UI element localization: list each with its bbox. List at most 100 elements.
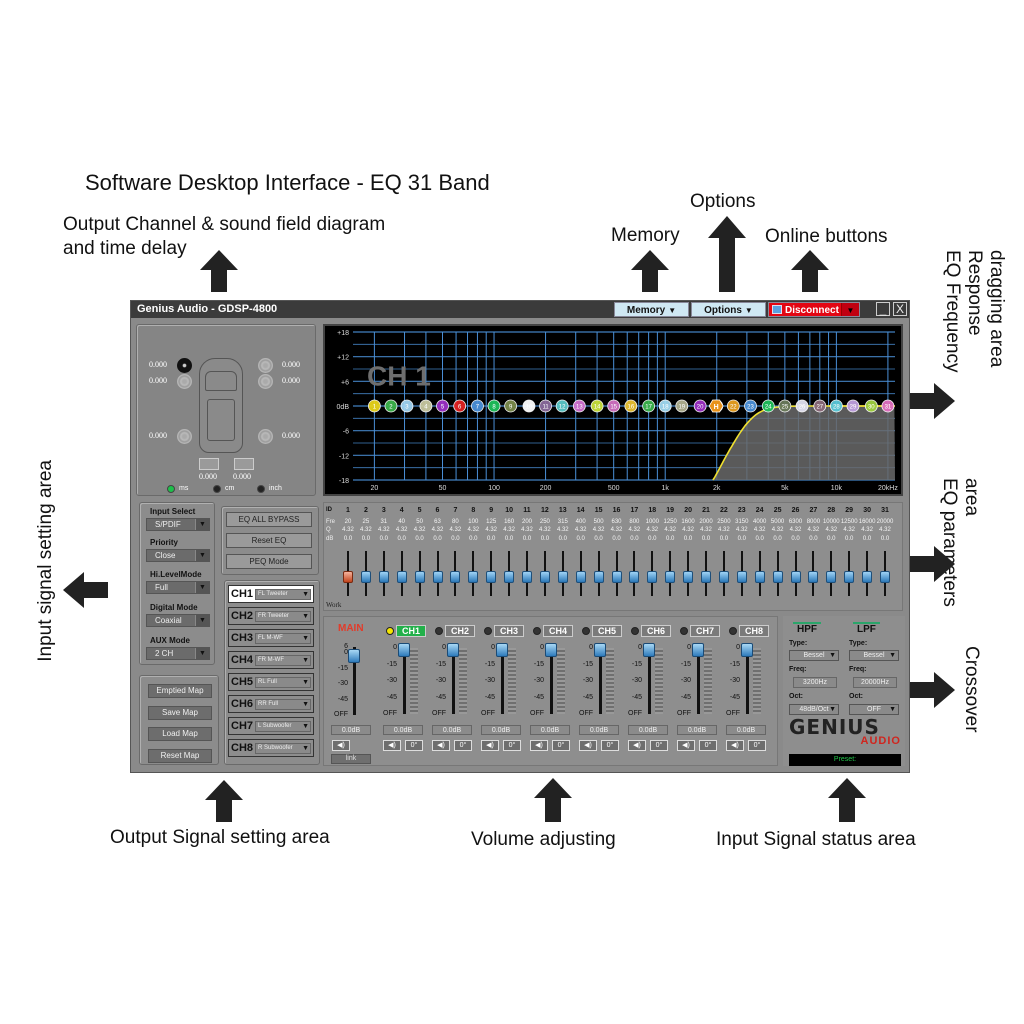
slider-thumb[interactable] — [468, 570, 479, 583]
speaker-icon[interactable] — [258, 358, 273, 373]
phase-button[interactable]: 0° — [650, 740, 668, 751]
speaker-mute-icon[interactable]: ◀) — [432, 740, 450, 751]
channel-volume-value[interactable]: 0.0dB — [726, 725, 766, 735]
slider-thumb[interactable] — [844, 570, 855, 583]
save-map-button[interactable]: Save Map — [148, 706, 212, 720]
chevron-down-icon[interactable]: ▼ — [841, 303, 859, 316]
unit-radio-inch[interactable] — [257, 485, 265, 493]
eq-band-slider[interactable] — [718, 551, 729, 596]
eq-band-slider[interactable] — [862, 551, 873, 596]
eq-band-slider[interactable] — [343, 551, 353, 596]
hi-level-mode-dropdown[interactable]: Full ▼ — [146, 581, 210, 594]
channel-active-led[interactable] — [533, 627, 541, 635]
speaker-mute-icon[interactable]: ◀) — [726, 740, 744, 751]
channel-fader-thumb[interactable] — [692, 643, 704, 657]
channel-map-row[interactable]: CH1 FL Tweeter ▼ — [228, 585, 314, 603]
slider-thumb[interactable] — [665, 570, 676, 583]
reset-eq-button[interactable]: Reset EQ — [226, 533, 312, 548]
phase-button[interactable]: 0° — [552, 740, 570, 751]
slider-thumb[interactable] — [701, 570, 711, 583]
eq-band-slider[interactable] — [844, 551, 855, 596]
channel-volume-value[interactable]: 0.0dB — [432, 725, 472, 735]
slider-thumb[interactable] — [826, 570, 837, 583]
main-mute-button[interactable]: ◀) — [332, 740, 350, 751]
channel-fader-track[interactable] — [697, 648, 700, 714]
slider-thumb[interactable] — [522, 570, 532, 583]
channel-tag[interactable]: CH4 — [543, 625, 573, 637]
slider-thumb[interactable] — [647, 570, 658, 583]
speaker-mute-icon[interactable]: ◀) — [383, 740, 401, 751]
channel-tag[interactable]: CH3 — [494, 625, 524, 637]
slider-thumb[interactable] — [736, 570, 747, 583]
emptied-map-button[interactable]: Emptied Map — [148, 684, 212, 698]
eq-band-slider[interactable] — [665, 551, 676, 596]
eq-band-slider[interactable] — [647, 551, 658, 596]
priority-dropdown[interactable]: Close ▼ — [146, 549, 210, 562]
channel-volume-value[interactable]: 0.0dB — [481, 725, 521, 735]
slider-thumb[interactable] — [432, 570, 443, 583]
slider-thumb[interactable] — [790, 570, 801, 583]
subwoofer-icon[interactable] — [234, 458, 254, 470]
delay-front-left-1[interactable]: 0.000 — [149, 360, 167, 369]
channel-map-row[interactable]: CH2 FR Tweeter ▼ — [228, 607, 314, 625]
eq-band-slider[interactable] — [504, 551, 515, 596]
disconnect-button[interactable]: Disconnect ▼ — [768, 302, 860, 317]
channel-active-led[interactable] — [729, 627, 737, 635]
eq-band-slider[interactable] — [790, 551, 801, 596]
channel-active-led[interactable] — [484, 627, 492, 635]
slider-thumb[interactable] — [808, 570, 819, 583]
channel-tag[interactable]: CH1 — [396, 625, 426, 637]
eq-band-slider[interactable] — [468, 551, 479, 596]
eq-band-slider[interactable] — [450, 551, 461, 596]
channel-tag[interactable]: CH6 — [641, 625, 671, 637]
channel-fader-thumb[interactable] — [398, 643, 410, 657]
channel-fader-track[interactable] — [648, 648, 651, 714]
channel-volume-value[interactable]: 0.0dB — [579, 725, 619, 735]
eq-band-slider[interactable] — [486, 551, 497, 596]
phase-button[interactable]: 0° — [699, 740, 717, 751]
speaker-icon[interactable] — [258, 429, 273, 444]
eq-band-slider[interactable] — [754, 551, 765, 596]
unit-radio-ms[interactable] — [167, 485, 175, 493]
channel-fader-thumb[interactable] — [496, 643, 508, 657]
slider-thumb[interactable] — [378, 570, 389, 583]
eq-all-bypass-button[interactable]: EQ ALL BYPASS — [226, 512, 312, 527]
reset-map-button[interactable]: Reset Map — [148, 749, 212, 763]
channel-fader-thumb[interactable] — [643, 643, 655, 657]
channel-assign-dropdown[interactable]: FR M-WF ▼ — [255, 655, 311, 666]
load-map-button[interactable]: Load Map — [148, 727, 212, 741]
aux-mode-dropdown[interactable]: 2 CH ▼ — [146, 647, 210, 660]
eq-band-slider[interactable] — [880, 551, 890, 596]
channel-assign-dropdown[interactable]: L Subwoofer ▼ — [255, 721, 311, 732]
channel-fader-track[interactable] — [550, 648, 553, 714]
channel-tag[interactable]: CH7 — [690, 625, 720, 637]
slider-thumb[interactable] — [450, 570, 461, 583]
speaker-mute-icon[interactable]: ◀) — [481, 740, 499, 751]
speaker-icon[interactable] — [177, 374, 192, 389]
channel-assign-dropdown[interactable]: RR Full ▼ — [255, 699, 311, 710]
channel-map-row[interactable]: CH6 RR Full ▼ — [228, 695, 314, 713]
phase-button[interactable]: 0° — [601, 740, 619, 751]
slider-thumb[interactable] — [683, 570, 694, 583]
eq-band-slider[interactable] — [522, 551, 532, 596]
channel-fader-track[interactable] — [599, 648, 602, 714]
speaker-icon[interactable] — [258, 374, 273, 389]
slider-thumb[interactable] — [343, 570, 353, 583]
speaker-mute-icon[interactable]: ◀) — [628, 740, 646, 751]
main-fader-thumb[interactable] — [348, 649, 360, 663]
channel-map-row[interactable]: CH3 FL M-WF ▼ — [228, 629, 314, 647]
options-button[interactable]: Options ▼ — [691, 302, 766, 317]
hpf-type-dropdown[interactable]: Bessel ▼ — [789, 650, 839, 661]
slider-thumb[interactable] — [557, 570, 568, 583]
channel-map-row[interactable]: CH4 FR M-WF ▼ — [228, 651, 314, 669]
eq-band-slider[interactable] — [378, 551, 389, 596]
hpf-oct-dropdown[interactable]: 48dB/Oct ▼ — [789, 704, 839, 715]
lpf-type-dropdown[interactable]: Bessel ▼ — [849, 650, 899, 661]
eq-band-slider[interactable] — [414, 551, 425, 596]
speaker-mute-icon[interactable]: ◀) — [530, 740, 548, 751]
slider-thumb[interactable] — [754, 570, 765, 583]
slider-thumb[interactable] — [611, 570, 622, 583]
minimize-button[interactable]: _ — [876, 302, 890, 316]
speaker-icon[interactable] — [177, 358, 192, 373]
channel-volume-value[interactable]: 0.0dB — [530, 725, 570, 735]
